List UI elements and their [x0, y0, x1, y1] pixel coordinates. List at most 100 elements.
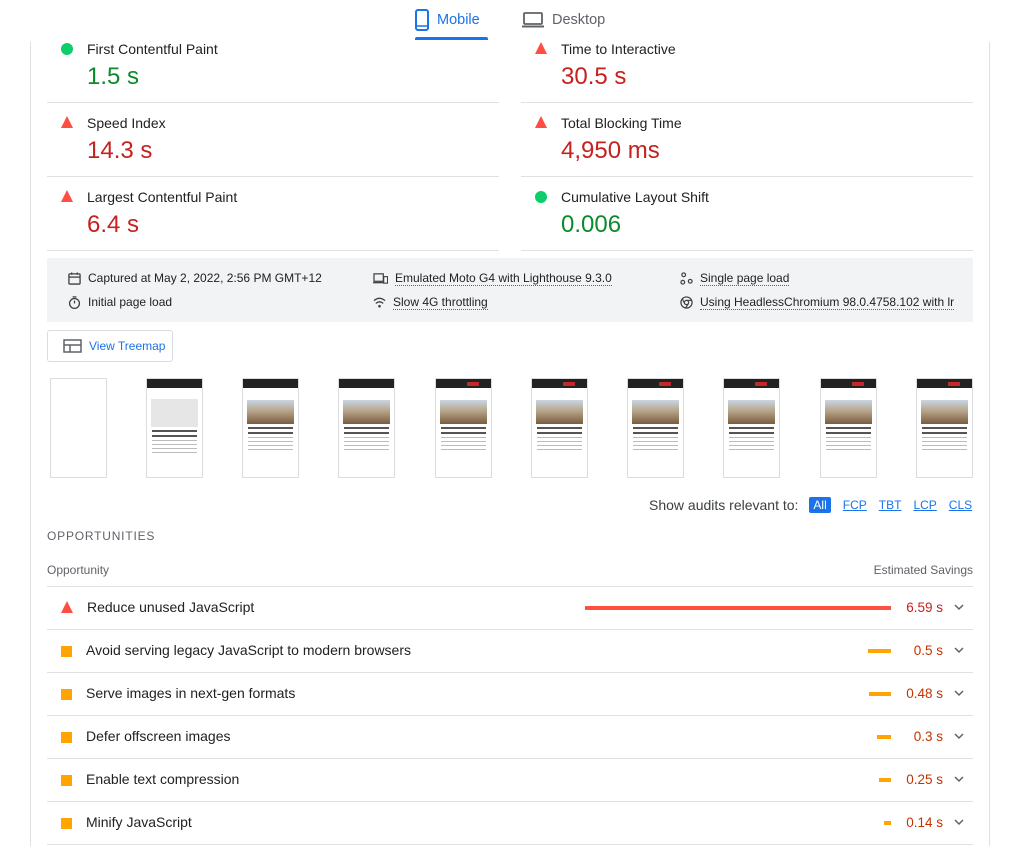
devices-icon [373, 273, 388, 284]
opportunity-row[interactable]: Avoid serving legacy JavaScript to moder… [47, 630, 973, 673]
metric-speed-index: Speed Index 14.3 s [47, 103, 499, 177]
savings-value: 0.3 s [913, 729, 943, 744]
metric-label: First Contentful Paint [87, 41, 218, 57]
info-device[interactable]: Emulated Moto G4 with Lighthouse 9.3.0 [373, 271, 612, 286]
savings-bar [877, 735, 891, 739]
savings-value: 0.5 s [913, 643, 943, 658]
info-session-text: Single page load [700, 271, 790, 286]
savings-value: 0.25 s [906, 772, 943, 787]
audit-filter-label: Show audits relevant to: [649, 497, 799, 513]
filmstrip-frame [531, 378, 588, 478]
opportunity-row[interactable]: Defer offscreen images 0.3 s [47, 716, 973, 759]
pass-circle-icon [535, 191, 547, 203]
opportunity-title: Enable text compression [86, 771, 240, 787]
filmstrip-frame [723, 378, 780, 478]
filmstrip-frame [627, 378, 684, 478]
report-frame-right [989, 42, 990, 846]
info-captured: Captured at May 2, 2022, 2:56 PM GMT+12 [68, 271, 322, 285]
fail-triangle-icon [61, 190, 73, 202]
opportunities-header: Opportunity Estimated Savings [47, 562, 973, 587]
savings-bar [868, 649, 891, 653]
metric-value: 1.5 s [87, 63, 140, 90]
filter-chip-fcp[interactable]: FCP [843, 498, 867, 512]
info-device-text: Emulated Moto G4 with Lighthouse 9.3.0 [395, 271, 612, 286]
filmstrip-frame [50, 378, 107, 478]
opportunity-row[interactable]: Enable text compression 0.25 s [47, 759, 973, 802]
metric-tti: Time to Interactive 30.5 s [521, 29, 973, 103]
savings-bar [869, 692, 891, 696]
opportunities-title: OPPORTUNITIES [47, 529, 156, 543]
chevron-down-icon[interactable] [953, 730, 965, 742]
info-initial-load: Initial page load [68, 295, 172, 309]
savings-bar [884, 821, 891, 825]
metric-value: 0.006 [561, 211, 622, 238]
pass-circle-icon [61, 43, 73, 55]
metric-value: 30.5 s [561, 63, 627, 90]
view-treemap-button[interactable]: View Treemap [47, 330, 173, 362]
metric-cls: Cumulative Layout Shift 0.006 [521, 177, 973, 251]
average-square-icon [61, 818, 72, 829]
opportunity-title: Reduce unused JavaScript [87, 599, 255, 615]
opportunity-title: Minify JavaScript [86, 814, 192, 830]
opportunity-row[interactable]: Serve images in next-gen formats 0.48 s [47, 673, 973, 716]
filmstrip-frame [338, 378, 395, 478]
opportunity-title: Defer offscreen images [86, 728, 231, 744]
filter-chip-lcp[interactable]: LCP [913, 498, 936, 512]
chevron-down-icon[interactable] [953, 644, 965, 656]
info-throttling[interactable]: Slow 4G throttling [373, 295, 488, 310]
tab-desktop-label: Desktop [552, 12, 606, 28]
savings-value: 6.59 s [906, 600, 943, 615]
calendar-icon [68, 271, 81, 285]
info-captured-text: Captured at May 2, 2022, 2:56 PM GMT+12 [88, 271, 322, 285]
savings-value: 0.48 s [906, 686, 943, 701]
filter-chip-all[interactable]: All [809, 497, 831, 513]
laptop-icon [522, 12, 544, 28]
filter-chip-cls[interactable]: CLS [949, 498, 972, 512]
info-initial-load-text: Initial page load [88, 295, 173, 309]
metric-value: 6.4 s [87, 211, 140, 238]
filmstrip-frame [820, 378, 877, 478]
savings-bar [879, 778, 891, 782]
metric-label: Time to Interactive [561, 41, 676, 57]
chevron-down-icon[interactable] [953, 816, 965, 828]
filmstrip-frame [242, 378, 299, 478]
run-info-panel: Captured at May 2, 2022, 2:56 PM GMT+12 … [47, 258, 973, 322]
info-throttling-text: Slow 4G throttling [393, 295, 488, 310]
tab-mobile-label: Mobile [437, 12, 480, 28]
metric-lcp: Largest Contentful Paint 6.4 s [47, 177, 499, 251]
average-square-icon [61, 646, 72, 657]
info-browser-text: Using HeadlessChromium 98.0.4758.102 wit… [700, 295, 955, 310]
opportunity-row[interactable]: Minify JavaScript 0.14 s [47, 802, 973, 845]
savings-value: 0.14 s [906, 815, 943, 830]
metric-label: Largest Contentful Paint [87, 189, 238, 205]
nodes-icon [680, 272, 693, 285]
info-session[interactable]: Single page load [680, 271, 790, 286]
chevron-down-icon[interactable] [953, 601, 965, 613]
column-opportunity: Opportunity [47, 563, 110, 577]
opportunity-title: Serve images in next-gen formats [86, 685, 296, 701]
savings-bar [585, 606, 891, 610]
fail-triangle-icon [535, 42, 547, 54]
metric-value: 4,950 ms [561, 137, 660, 164]
view-treemap-label: View Treemap [89, 339, 166, 353]
fail-triangle-icon [61, 116, 73, 128]
column-estimated-savings: Estimated Savings [873, 563, 973, 577]
average-square-icon [61, 775, 72, 786]
report-frame-left [30, 42, 31, 846]
metric-label: Speed Index [87, 115, 166, 131]
chevron-down-icon[interactable] [953, 773, 965, 785]
opportunity-row[interactable]: Reduce unused JavaScript 6.59 s [47, 587, 973, 630]
wifi-icon [373, 297, 386, 308]
stopwatch-icon [68, 295, 81, 309]
audit-filter: Show audits relevant to: All FCP TBT LCP… [649, 497, 972, 513]
average-square-icon [61, 689, 72, 700]
metric-value: 14.3 s [87, 137, 153, 164]
info-browser[interactable]: Using HeadlessChromium 98.0.4758.102 wit… [680, 295, 956, 310]
metric-tbt: Total Blocking Time 4,950 ms [521, 103, 973, 177]
filmstrip-frame [146, 378, 203, 478]
average-square-icon [61, 732, 72, 743]
filter-chip-tbt[interactable]: TBT [879, 498, 902, 512]
chevron-down-icon[interactable] [953, 687, 965, 699]
smartphone-icon [415, 9, 429, 31]
fail-triangle-icon [61, 601, 73, 613]
